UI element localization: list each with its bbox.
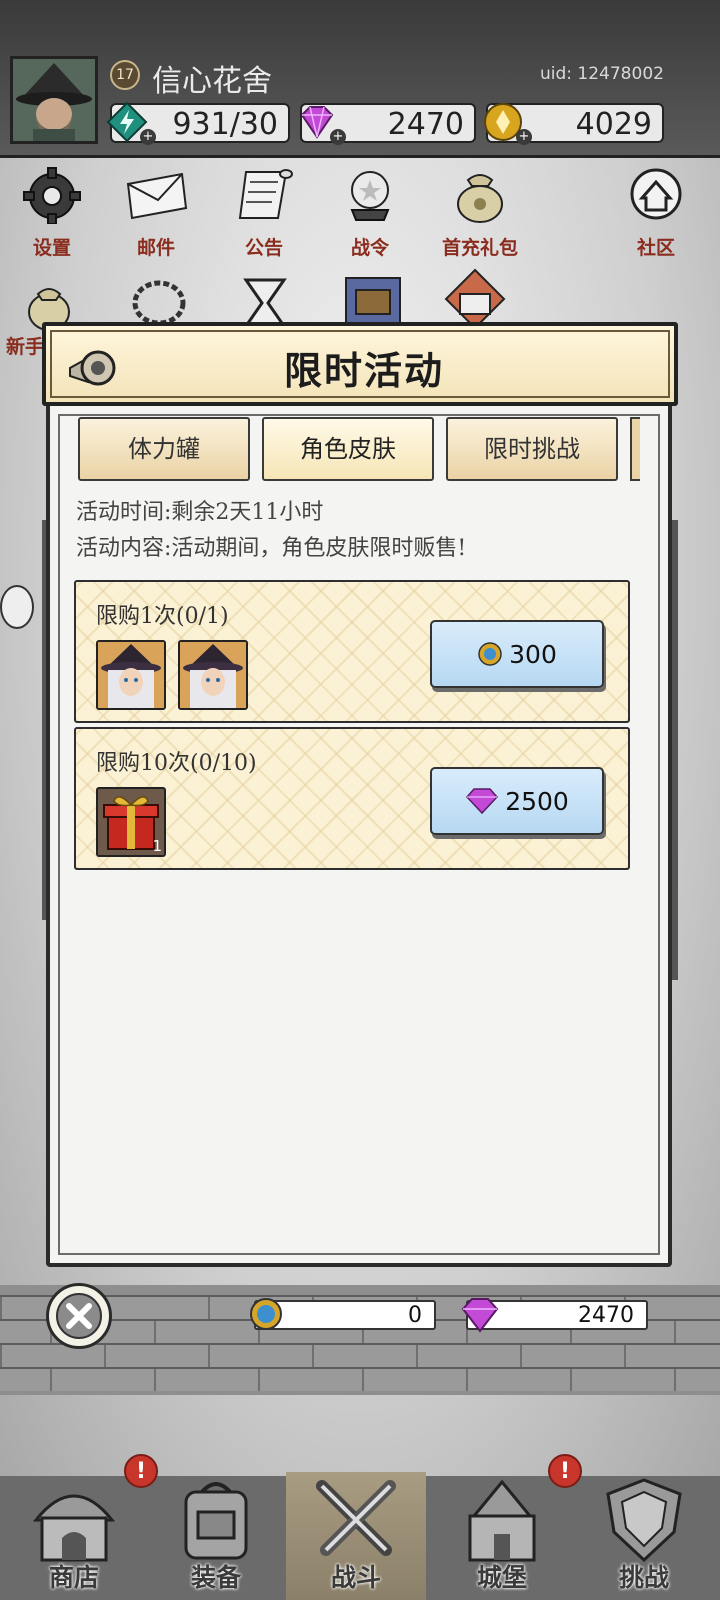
blue-coin-value: 0 xyxy=(408,1303,422,1328)
witch-skin-item[interactable] xyxy=(178,640,248,710)
player-avatar[interactable] xyxy=(10,56,98,144)
crystal-ball-icon xyxy=(350,171,390,221)
backpack-icon xyxy=(184,1482,248,1560)
left-frame-decoration xyxy=(0,520,48,920)
witch-portrait-icon xyxy=(98,642,164,708)
shield-icon xyxy=(606,1478,682,1563)
gem-counter[interactable]: + 2470 xyxy=(300,103,476,145)
nav-shop[interactable]: 商店 xyxy=(4,1472,144,1600)
community-label: 社区 xyxy=(636,237,675,259)
battle-pass-button[interactable]: 战令 xyxy=(330,166,410,260)
close-button[interactable] xyxy=(46,1283,112,1349)
buy-price: 300 xyxy=(509,639,557,669)
horn-icon xyxy=(69,350,116,386)
player-uid: uid: 12478002 xyxy=(540,64,664,84)
gem-value: 2470 xyxy=(578,1303,634,1328)
gem-icon xyxy=(466,788,499,815)
ranking-icon[interactable] xyxy=(444,268,506,330)
blue-coin-icon xyxy=(250,1298,282,1330)
blue-coin-balance: 0 xyxy=(250,1298,436,1330)
coin-value: 4029 xyxy=(575,107,652,142)
tab-more[interactable] xyxy=(630,417,640,481)
nav-battle[interactable]: 战斗 xyxy=(286,1472,426,1600)
buy-button-gem[interactable]: 2500 xyxy=(430,767,604,835)
money-bag-icon xyxy=(457,174,503,223)
nav-equipment-label: 装备 xyxy=(190,1563,241,1592)
gift-box-item[interactable]: 1 xyxy=(96,787,166,857)
close-icon xyxy=(56,1293,102,1339)
first-recharge-button[interactable]: 首充礼包 xyxy=(430,166,530,260)
tab-character-skin[interactable]: 角色皮肤 xyxy=(262,417,434,481)
event-content: 活动内容:活动期间，角色皮肤限时贩售! xyxy=(76,536,467,561)
add-gems-button[interactable]: + xyxy=(330,129,346,145)
battle-pass-label: 战令 xyxy=(350,237,389,259)
stamina-counter[interactable]: + 931/30 xyxy=(106,101,290,145)
mail-label: 邮件 xyxy=(136,237,175,259)
newbie-label: 新手 xyxy=(6,336,45,358)
settings-label: 设置 xyxy=(32,237,71,259)
add-coins-button[interactable]: + xyxy=(516,129,532,145)
nav-challenge[interactable]: 挑战 xyxy=(574,1472,714,1600)
coin-counter[interactable]: + 4029 xyxy=(484,103,664,145)
nav-castle-label: 城堡 xyxy=(476,1563,527,1592)
add-stamina-button[interactable]: + xyxy=(140,129,156,145)
notice-button[interactable]: 公告 xyxy=(224,166,304,260)
offer-card: 限购1次(0/1) 300 xyxy=(74,580,630,723)
settings-button[interactable]: 设置 xyxy=(12,166,92,260)
modal-title-bar: 限时活动 xyxy=(42,322,678,406)
offer-card: 限购10次(0/10) 1 2500 xyxy=(74,727,630,870)
level-badge: 17 xyxy=(110,60,140,90)
tab-stamina-jar[interactable]: 体力罐 xyxy=(78,417,250,481)
envelope-icon xyxy=(126,172,188,220)
nav-challenge-label: 挑战 xyxy=(618,1563,669,1592)
status-bar: 17 信心花舍 uid: 12478002 + 931/30 + 2470 + … xyxy=(0,0,720,158)
nav-castle[interactable]: 城堡 xyxy=(432,1472,572,1600)
player-name: 信心花舍 xyxy=(152,64,272,99)
scroll-icon xyxy=(238,169,293,219)
mail-button[interactable]: 邮件 xyxy=(116,166,196,260)
gem-balance: 2470 xyxy=(461,1298,648,1333)
modal-title: 限时活动 xyxy=(283,348,444,393)
witch-portrait-icon xyxy=(180,642,246,708)
limited-event-modal: 限时活动 体力罐 角色皮肤 限时挑战 活动时间:剩余2天11小时 活动内容:活动… xyxy=(42,322,678,1270)
stamina-value: 931/30 xyxy=(172,107,278,142)
home-icon xyxy=(630,168,682,220)
gem-icon xyxy=(461,1298,499,1333)
right-frame-decoration xyxy=(672,520,720,980)
offer-limit: 限购10次(0/10) xyxy=(96,751,257,776)
buy-price: 2500 xyxy=(505,786,569,816)
item-count: 1 xyxy=(152,837,162,855)
blue-coin-icon xyxy=(478,642,502,666)
nav-shop-label: 商店 xyxy=(48,1563,99,1592)
community-button[interactable]: 社区 xyxy=(616,166,696,260)
first-recharge-label: 首充礼包 xyxy=(441,237,518,259)
nav-battle-label: 战斗 xyxy=(330,1563,381,1592)
castle-icon xyxy=(468,1479,536,1562)
shop-hut-icon xyxy=(32,1494,116,1562)
buy-button-coin[interactable]: 300 xyxy=(430,620,604,688)
crossed-swords-icon xyxy=(316,1480,396,1556)
gem-value: 2470 xyxy=(387,107,464,142)
nav-equipment[interactable]: 装备 xyxy=(146,1472,286,1600)
tab-limited-challenge[interactable]: 限时挑战 xyxy=(446,417,618,481)
gear-icon xyxy=(23,167,81,225)
event-time: 活动时间:剩余2天11小时 xyxy=(76,500,324,525)
notice-label: 公告 xyxy=(244,237,283,259)
offer-limit: 限购1次(0/1) xyxy=(96,604,229,629)
witch-skin-item[interactable] xyxy=(96,640,166,710)
